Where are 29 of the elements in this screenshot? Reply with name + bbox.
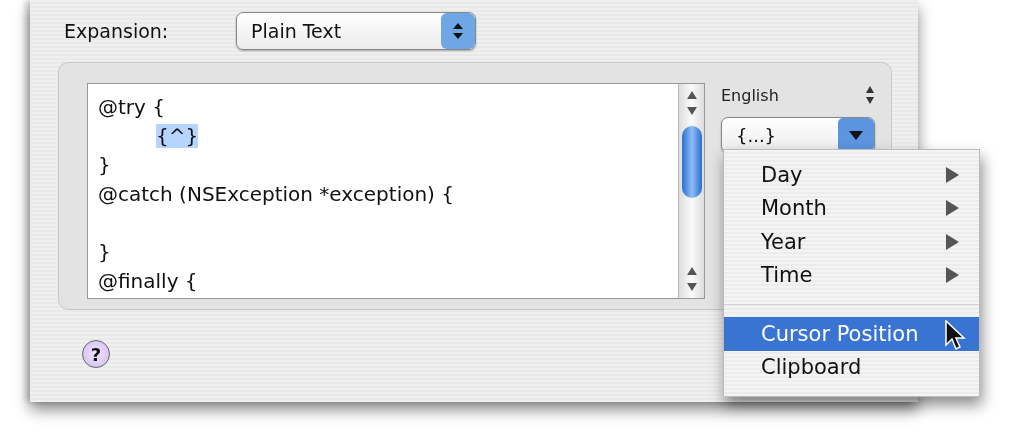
language-popup[interactable]: English [721, 85, 779, 105]
scroll-up-icon[interactable] [685, 266, 698, 276]
code-line: } [98, 239, 111, 264]
mouse-pointer-icon [944, 320, 966, 352]
scroll-thumb[interactable] [681, 126, 702, 198]
menu-item[interactable]: Day [724, 158, 979, 192]
code-line: } [98, 152, 111, 177]
menu-item[interactable]: Cursor Position [724, 317, 979, 351]
stepper-icon[interactable] [865, 85, 875, 105]
scrollbar[interactable] [678, 84, 704, 298]
menu-item[interactable]: Time [724, 258, 979, 292]
code-line: @finally { [98, 268, 198, 293]
help-button[interactable]: ? [82, 340, 110, 368]
submenu-arrow-icon [946, 267, 959, 284]
menu-item[interactable]: Month [724, 191, 979, 225]
submenu-arrow-icon [946, 200, 959, 217]
submenu-arrow-icon [946, 166, 959, 183]
scroll-up-icon[interactable] [685, 90, 698, 100]
expansion-popup[interactable]: Plain Text [236, 12, 476, 50]
code-line: @catch (NSException *exception) { [98, 181, 454, 206]
expansion-label: Expansion: [64, 20, 170, 42]
code-line: @try { [98, 94, 165, 119]
text-editor[interactable]: @try { {^} } @catch (NSException *exception) { } @finally { [87, 83, 705, 299]
stepper-icon [441, 13, 475, 49]
submenu-arrow-icon [946, 233, 959, 250]
scroll-down-icon[interactable] [685, 282, 698, 292]
scroll-down-icon[interactable] [685, 106, 698, 116]
menu-item[interactable]: Clipboard [724, 350, 979, 384]
menu-item[interactable]: Year [724, 225, 979, 259]
